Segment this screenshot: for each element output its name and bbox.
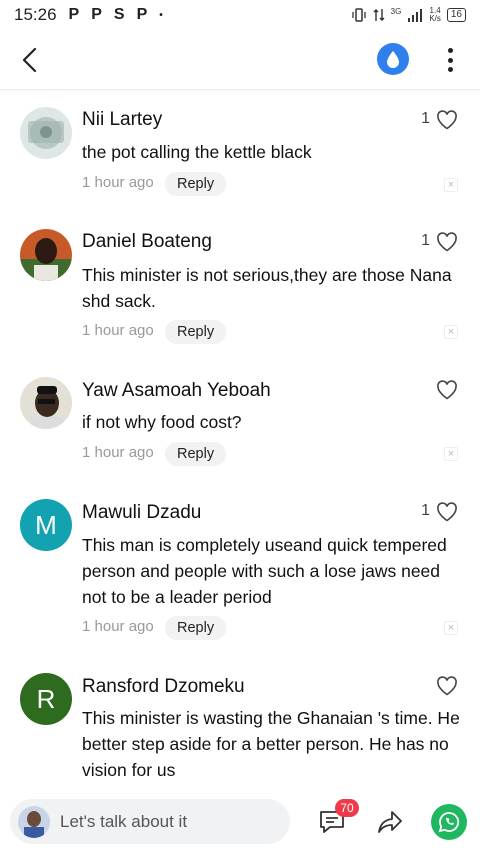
- notification-app-icon: P: [91, 6, 102, 23]
- avatar: [18, 805, 50, 838]
- network-type: 3G: [390, 7, 402, 16]
- heart-icon: [437, 380, 457, 400]
- vibrate-icon: [351, 8, 366, 22]
- comment-time: 1 hour ago: [82, 322, 154, 339]
- heart-icon: [437, 502, 457, 522]
- network-speed: 1.4 K/s: [429, 6, 441, 23]
- more-vertical-icon: [447, 57, 453, 63]
- reply-button[interactable]: Reply: [165, 616, 227, 640]
- whatsapp-share-button[interactable]: [431, 804, 467, 840]
- comment-input-placeholder: Let's talk about it: [60, 811, 188, 831]
- comment-author[interactable]: Mawuli Dzadu: [82, 502, 201, 524]
- share-icon: [378, 811, 402, 833]
- notification-app-icon: P: [68, 6, 80, 23]
- avatar[interactable]: R: [20, 673, 72, 725]
- reply-button[interactable]: Reply: [165, 442, 227, 466]
- user-avatar-photo: [18, 805, 50, 838]
- comment-text: This man is completely useand quick temp…: [82, 535, 447, 607]
- share-button[interactable]: [376, 809, 404, 835]
- reply-button[interactable]: Reply: [165, 320, 227, 344]
- comment-author[interactable]: Yaw Asamoah Yeboah: [82, 380, 271, 402]
- heart-icon: [437, 676, 457, 696]
- comment-text: the pot calling the kettle black: [82, 142, 312, 162]
- avatar[interactable]: [20, 229, 72, 281]
- like-button[interactable]: [436, 232, 458, 252]
- like-count: 1: [421, 110, 430, 127]
- avatar[interactable]: [20, 107, 72, 159]
- status-time: 15:26: [14, 5, 57, 24]
- avatar[interactable]: [20, 377, 72, 429]
- data-transfer-icon: [373, 9, 385, 21]
- more-notifications-dot: •: [159, 9, 163, 21]
- avatar-initial: R: [36, 683, 56, 714]
- dismiss-icon[interactable]: ×: [444, 621, 458, 635]
- comment-count-badge: 70: [335, 799, 359, 817]
- top-app-bar: [0, 30, 480, 90]
- signal-icon: [408, 9, 423, 22]
- back-button[interactable]: [18, 46, 42, 74]
- like-button[interactable]: [436, 676, 458, 696]
- comment-time: 1 hour ago: [82, 174, 154, 191]
- notification-icons: P P S P •: [69, 6, 163, 24]
- comment-author[interactable]: Ransford Dzomeku: [82, 676, 245, 698]
- comment-text: This minister is not serious,they are th…: [82, 265, 452, 311]
- like-button[interactable]: [436, 110, 458, 130]
- like-count: 1: [421, 232, 430, 249]
- chevron-left-icon: [22, 47, 37, 73]
- like-count: 1: [421, 502, 430, 519]
- avatar-initial: M: [35, 509, 57, 540]
- dismiss-icon[interactable]: ×: [444, 325, 458, 339]
- comment-author[interactable]: Nii Lartey: [82, 109, 162, 131]
- avatar-photo: [20, 229, 72, 281]
- comment-text: if not why food cost?: [82, 412, 242, 432]
- dismiss-icon[interactable]: ×: [444, 447, 458, 461]
- more-vertical-icon: [447, 67, 453, 72]
- comment-time: 1 hour ago: [82, 618, 154, 635]
- comment-time: 1 hour ago: [82, 444, 154, 461]
- status-indicators: 3G 1.4 K/s 16: [351, 7, 466, 23]
- notification-app-icon: P: [136, 6, 148, 23]
- like-button[interactable]: [436, 380, 458, 400]
- dismiss-icon[interactable]: ×: [444, 178, 458, 192]
- like-button[interactable]: [436, 502, 458, 522]
- notification-app-icon: S: [113, 6, 125, 23]
- status-bar: 15:26 P P S P • 3G 1.4 K/s 16: [0, 0, 480, 30]
- more-options-button[interactable]: [440, 47, 460, 73]
- heart-icon: [437, 232, 457, 252]
- water-drop-icon: [387, 51, 399, 68]
- more-vertical-icon: [447, 48, 453, 53]
- battery-indicator: 16: [446, 8, 466, 22]
- comment-input[interactable]: Let's talk about it: [10, 799, 290, 844]
- avatar-photo: [20, 107, 72, 159]
- reply-button[interactable]: Reply: [165, 172, 227, 196]
- comment-text: This minister is wasting the Ghanaian 's…: [82, 708, 460, 780]
- water-drop-button[interactable]: [377, 43, 409, 75]
- heart-icon: [437, 110, 457, 130]
- comment-list[interactable]: Nii Lartey 1 the pot calling the kettle …: [0, 91, 480, 789]
- avatar[interactable]: M: [20, 499, 72, 551]
- comment-author[interactable]: Daniel Boateng: [82, 231, 212, 253]
- whatsapp-icon: [438, 812, 460, 833]
- bottom-action-bar: Let's talk about it 70: [0, 789, 480, 854]
- avatar-photo: [20, 377, 72, 429]
